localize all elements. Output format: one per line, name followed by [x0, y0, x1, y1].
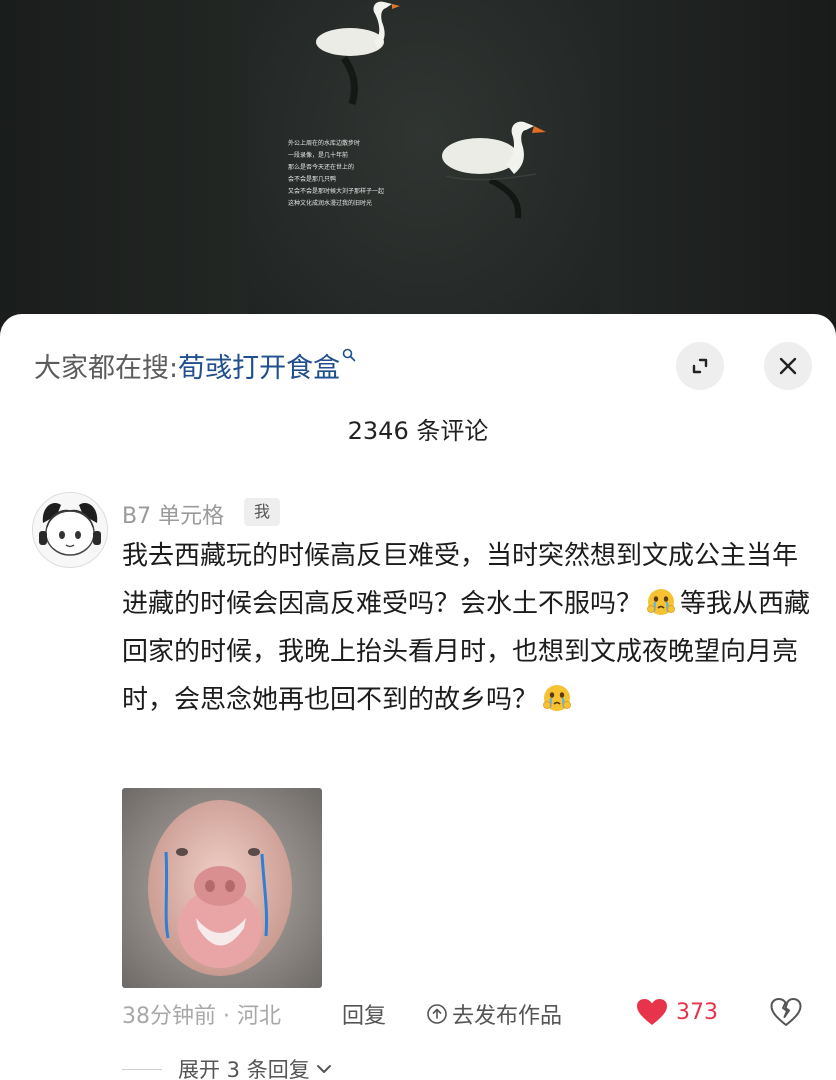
reply-button[interactable]: 回复	[342, 998, 386, 1030]
trending-search[interactable]: 大家都在搜:荀彧打开食盒	[34, 346, 356, 385]
broken-heart-icon	[770, 998, 802, 1026]
comment-meta-row: 38分钟前 · 河北 回复 去发布作品 373	[122, 998, 812, 1030]
swan-image	[442, 121, 546, 219]
swan-image	[316, 1, 400, 106]
avatar[interactable]	[32, 492, 108, 568]
comment-sheet: 大家都在搜:荀彧打开食盒 2346 条评论 B7 单元格 我 我去西藏玩的时候高…	[0, 314, 836, 1080]
crying-face-emoji	[543, 685, 571, 711]
caption-line: 一段录像，是几十年前	[288, 152, 349, 159]
search-icon	[342, 348, 356, 362]
caption-line: 这种文化成润水漫过我的旧时光	[288, 200, 373, 207]
search-prefix: 大家都在搜:	[34, 353, 179, 384]
dislike-button[interactable]	[770, 997, 802, 1033]
divider-line	[122, 1068, 162, 1070]
caption-line: 会不会是那几只鸭	[288, 176, 337, 183]
video-caption: 外公上周在的水库边散步时 一段录像，是几十年前 那么是否今天还在世上的 会不会是…	[288, 138, 438, 210]
publish-work-button[interactable]: 去发布作品	[426, 998, 562, 1030]
search-term-link[interactable]: 荀彧打开食盒	[178, 353, 340, 384]
comment-body: 我去西藏玩的时候高反巨难受，当时突然想到文成公主当年进藏的时候会因高反难受吗？会…	[122, 532, 812, 724]
avatar-illustration	[33, 493, 107, 567]
chevron-down-icon	[316, 1065, 331, 1073]
crying-pig-image	[122, 788, 322, 988]
comment-time-location: 38分钟前 · 河北	[122, 1004, 281, 1029]
crying-face-emoji	[647, 589, 675, 615]
caption-line: 外公上周在的水库边散步时	[288, 140, 361, 147]
like-button[interactable]: 373	[636, 998, 718, 1026]
comment-count-title: 2346 条评论	[347, 417, 489, 445]
expand-button[interactable]	[676, 342, 724, 390]
comment-username[interactable]: B7 单元格	[122, 498, 224, 530]
caption-line: 又会不会是那时候大刘子那样子一起	[288, 188, 385, 195]
expand-icon	[692, 358, 708, 374]
expand-replies-button[interactable]: 展开 3 条回复	[122, 1054, 332, 1080]
heart-icon	[637, 999, 667, 1025]
arrow-up-circle-icon	[427, 1004, 447, 1024]
self-badge: 我	[244, 498, 280, 526]
expand-replies-label: 展开 3 条回复	[178, 1058, 310, 1080]
close-button[interactable]	[764, 342, 812, 390]
close-icon	[779, 357, 797, 375]
screen: 外公上周在的水库边散步时 一段录像，是几十年前 那么是否今天还在世上的 会不会是…	[0, 0, 836, 1080]
comment-attached-image[interactable]	[122, 788, 322, 988]
video-player[interactable]: 外公上周在的水库边散步时 一段录像，是几十年前 那么是否今天还在世上的 会不会是…	[0, 0, 836, 340]
like-count: 373	[676, 999, 718, 1025]
publish-work-label: 去发布作品	[452, 1004, 563, 1029]
caption-line: 那么是否今天还在世上的	[288, 164, 355, 171]
